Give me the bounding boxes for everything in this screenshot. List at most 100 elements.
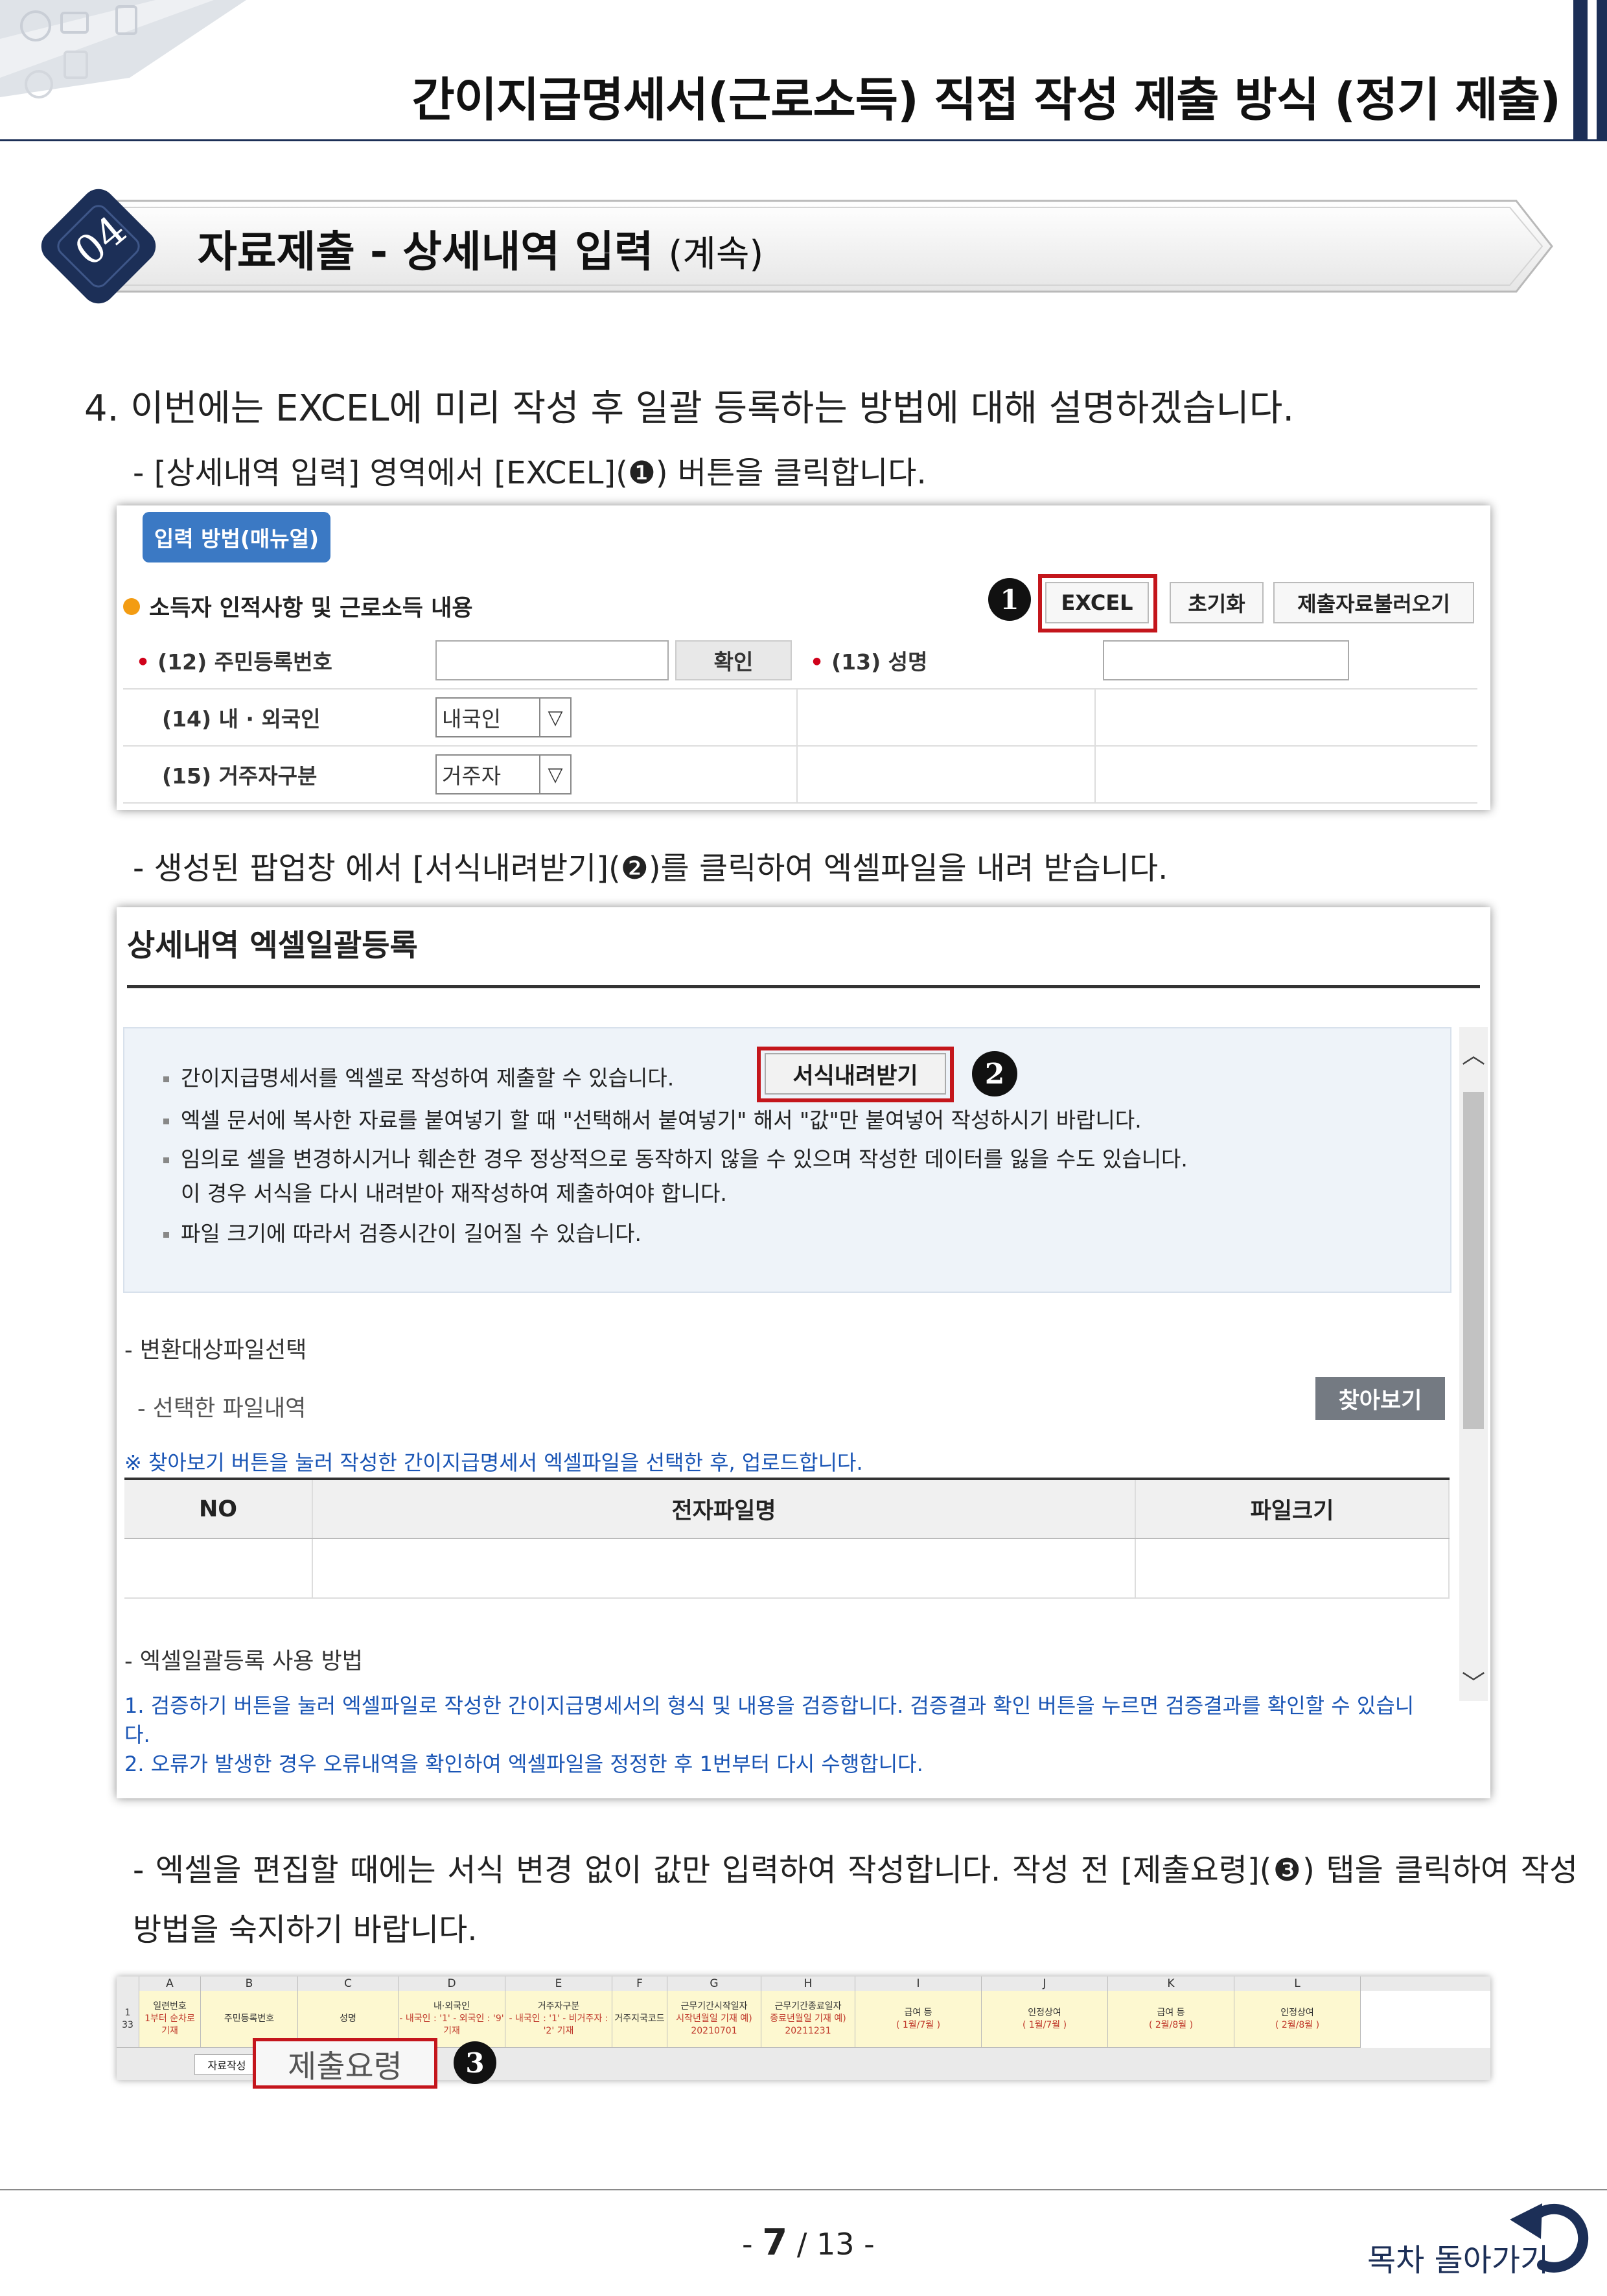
header-note: ( 1월/7월 ) (1022, 2019, 1067, 2030)
header-title: 거주자구분 (537, 2001, 580, 2012)
bullet-icon (123, 597, 140, 615)
chevron-down-icon[interactable]: ﹀ (1459, 1662, 1488, 1701)
form-cell: 확인 (428, 632, 797, 690)
load-submitted-button[interactable]: 제출자료불러오기 (1273, 582, 1474, 623)
column-letter[interactable]: E (505, 1977, 612, 1991)
column-letter[interactable]: L (1234, 1977, 1361, 1991)
form-label: • (13) 성명 (797, 632, 1095, 690)
info-text: 이 경우 서식을 다시 내려받아 재작성하여 제출하여야 합니다. (181, 1181, 727, 1206)
reset-button[interactable]: 초기화 (1170, 582, 1264, 623)
header-title: 인정상여 (1028, 2007, 1061, 2018)
header-note: ( 1월/7월 ) (896, 2019, 941, 2030)
column-letter[interactable]: C (298, 1977, 399, 1991)
select-value: 거주자 (442, 763, 502, 789)
title-divider (127, 985, 1480, 988)
input-manual-button[interactable]: 입력 방법(매뉴얼) (143, 512, 330, 562)
selected-files-label: - 선택한 파일내역 (137, 1396, 306, 1422)
form-label: • (12) 주민등록번호 (123, 632, 428, 690)
header-cell[interactable]: 거주지국코드 (612, 1991, 667, 2048)
header-cell[interactable]: 일련번호 1부터 순차로 기재 (139, 1991, 201, 2048)
table-cell (312, 1538, 1136, 1599)
highlight-box (1038, 574, 1157, 632)
scrollbar[interactable]: ︿ ﹀ (1459, 1027, 1488, 1701)
instruction-text: - 생성된 팝업창 에서 [서식내려받기]( (133, 850, 621, 887)
required-icon: • (136, 649, 150, 675)
return-arrow-icon[interactable] (1503, 2184, 1601, 2281)
instruction-download: - 생성된 팝업창 에서 [서식내려받기](❷)를 클릭하여 엑셀파일을 내려 … (133, 842, 1168, 888)
residency-select[interactable]: 거주자 ▽ (435, 754, 572, 794)
highlight-box (757, 1047, 954, 1102)
screenshot-excel-popup: 상세내역 엑셀일괄등록 간이지급명세서를 엑셀로 작성하여 제출할 수 있습니다… (117, 907, 1490, 1798)
page-current: 7 (762, 2221, 788, 2264)
footer-divider (0, 2189, 1607, 2190)
marker-1-icon: 1 (988, 578, 1031, 621)
popup-title: 상세내역 엑셀일괄등록 (127, 928, 418, 964)
header-cell[interactable]: 근무기간시작일자 시작년월일 기재 예) 20210701 (667, 1991, 761, 2048)
header-cell[interactable]: 인정상여( 2월/8월 ) (1234, 1991, 1361, 2048)
bullet-icon (163, 1232, 169, 1238)
header-cell[interactable]: 인정상여( 1월/7월 ) (982, 1991, 1108, 2048)
marker-2-icon: ❷ (620, 850, 649, 887)
screenshot-detail-input: 입력 방법(매뉴얼) 소득자 인적사항 및 근로소득 내용 1 EXCEL 초기… (117, 505, 1490, 810)
header-note: ( 2월/8월 ) (1275, 2019, 1320, 2030)
page-number: - 7 / 13 - (742, 2221, 875, 2264)
sheet-tab-guidelines[interactable]: 제출요령 (253, 2038, 437, 2089)
section-title-sub: (계속) (668, 233, 764, 275)
table-cell (1135, 1538, 1450, 1599)
required-icon: • (810, 649, 824, 675)
column-letter[interactable]: F (612, 1977, 667, 1991)
instruction-text: ) 버튼을 클릭합니다. (655, 455, 927, 491)
column-letter[interactable]: H (761, 1977, 855, 1991)
row-number: 1 (124, 2007, 131, 2018)
column-letter[interactable]: K (1108, 1977, 1234, 1991)
column-letters: ABCDEFGHIJKL (117, 1977, 1490, 1991)
header-accent-bar (1573, 0, 1588, 139)
file-select-label: - 변환대상파일선택 (124, 1338, 307, 1363)
header-title: 급여 등 (1157, 2007, 1185, 2018)
info-line: 임의로 셀을 변경하시거나 훼손한 경우 정상적으로 동작하지 않을 수 있으며… (163, 1142, 1188, 1173)
browse-button[interactable]: 찾아보기 (1315, 1377, 1445, 1420)
sheet-tab-data-entry[interactable]: 자료작성 (194, 2054, 259, 2075)
page-total: 13 (816, 2227, 855, 2262)
form-label: (15) 거주자구분 (123, 746, 428, 804)
instruction-text: - 엑셀을 편집할 때에는 서식 변경 없이 값만 입력하여 작성합니다. 작성… (133, 1852, 1272, 1888)
column-letter[interactable]: J (982, 1977, 1108, 1991)
header-cell[interactable]: 거주자구분 - 내국인 : '1' - 비거주자 : '2' 기재 (505, 1991, 612, 2048)
label-text: (13) 성명 (831, 649, 928, 675)
column-letter[interactable]: A (139, 1977, 201, 1991)
scrollbar-thumb[interactable] (1463, 1092, 1484, 1429)
chevron-down-icon: ▽ (539, 756, 570, 793)
header-cell[interactable]: 근무기간종료일자 종료년월일 기재 예) 20211231 (761, 1991, 855, 2048)
name-input[interactable] (1103, 640, 1349, 680)
instruction-text: - [상세내역 입력] 영역에서 [EXCEL]( (133, 455, 628, 491)
confirm-button[interactable]: 확인 (675, 640, 792, 680)
header-title: 성명 (340, 2013, 356, 2024)
bullet-icon (163, 1119, 169, 1124)
info-text: 파일 크기에 따라서 검증시간이 길어질 수 있습니다. (181, 1221, 642, 1246)
input-form-table: • (12) 주민등록번호 확인 • (13) 성명 (14) 내 · 외국인 내국… (123, 632, 1477, 804)
select-value: 내국인 (442, 706, 502, 732)
header-title: 근무기간시작일자 (680, 2001, 748, 2012)
section-title: 자료제출 - 상세내역 입력 (계속) (198, 217, 763, 279)
file-table: NO 전자파일명 파일크기 (124, 1478, 1450, 1599)
instruction-text: )를 클릭하여 엑셀파일을 내려 받습니다. (648, 850, 1168, 887)
column-header-filesize: 파일크기 (1135, 1478, 1450, 1539)
usage-instructions: 1. 검증하기 버튼을 눌러 엑셀파일로 작성한 간이지급명세서의 형식 및 내… (124, 1691, 1420, 1779)
column-letter[interactable]: B (201, 1977, 298, 1991)
header-title: 내·외국인 (434, 2001, 470, 2012)
column-letter[interactable]: I (855, 1977, 982, 1991)
table-row (124, 1538, 1450, 1599)
header-note: - 내국인 : '1' - 외국인 : '9' 기재 (399, 2013, 504, 2036)
nationality-select[interactable]: 내국인 ▽ (435, 697, 572, 737)
header-cell[interactable]: 급여 등( 2월/8월 ) (1108, 1991, 1234, 2048)
header-cell[interactable]: 급여 등( 1월/7월 ) (855, 1991, 982, 2048)
header-title: 인정상여 (1280, 2007, 1314, 2018)
column-letter[interactable]: G (667, 1977, 761, 1991)
column-letter[interactable]: D (399, 1977, 505, 1991)
instruction-edit: - 엑셀을 편집할 때에는 서식 변경 없이 값만 입력하여 작성합니다. 작성… (133, 1840, 1578, 1960)
resident-number-input[interactable] (435, 640, 669, 680)
bullet-icon (163, 1076, 169, 1082)
chevron-up-icon[interactable]: ︿ (1459, 1034, 1488, 1073)
marker-3-icon: ❸ (1271, 1852, 1303, 1888)
label-text: (12) 주민등록번호 (157, 649, 332, 675)
